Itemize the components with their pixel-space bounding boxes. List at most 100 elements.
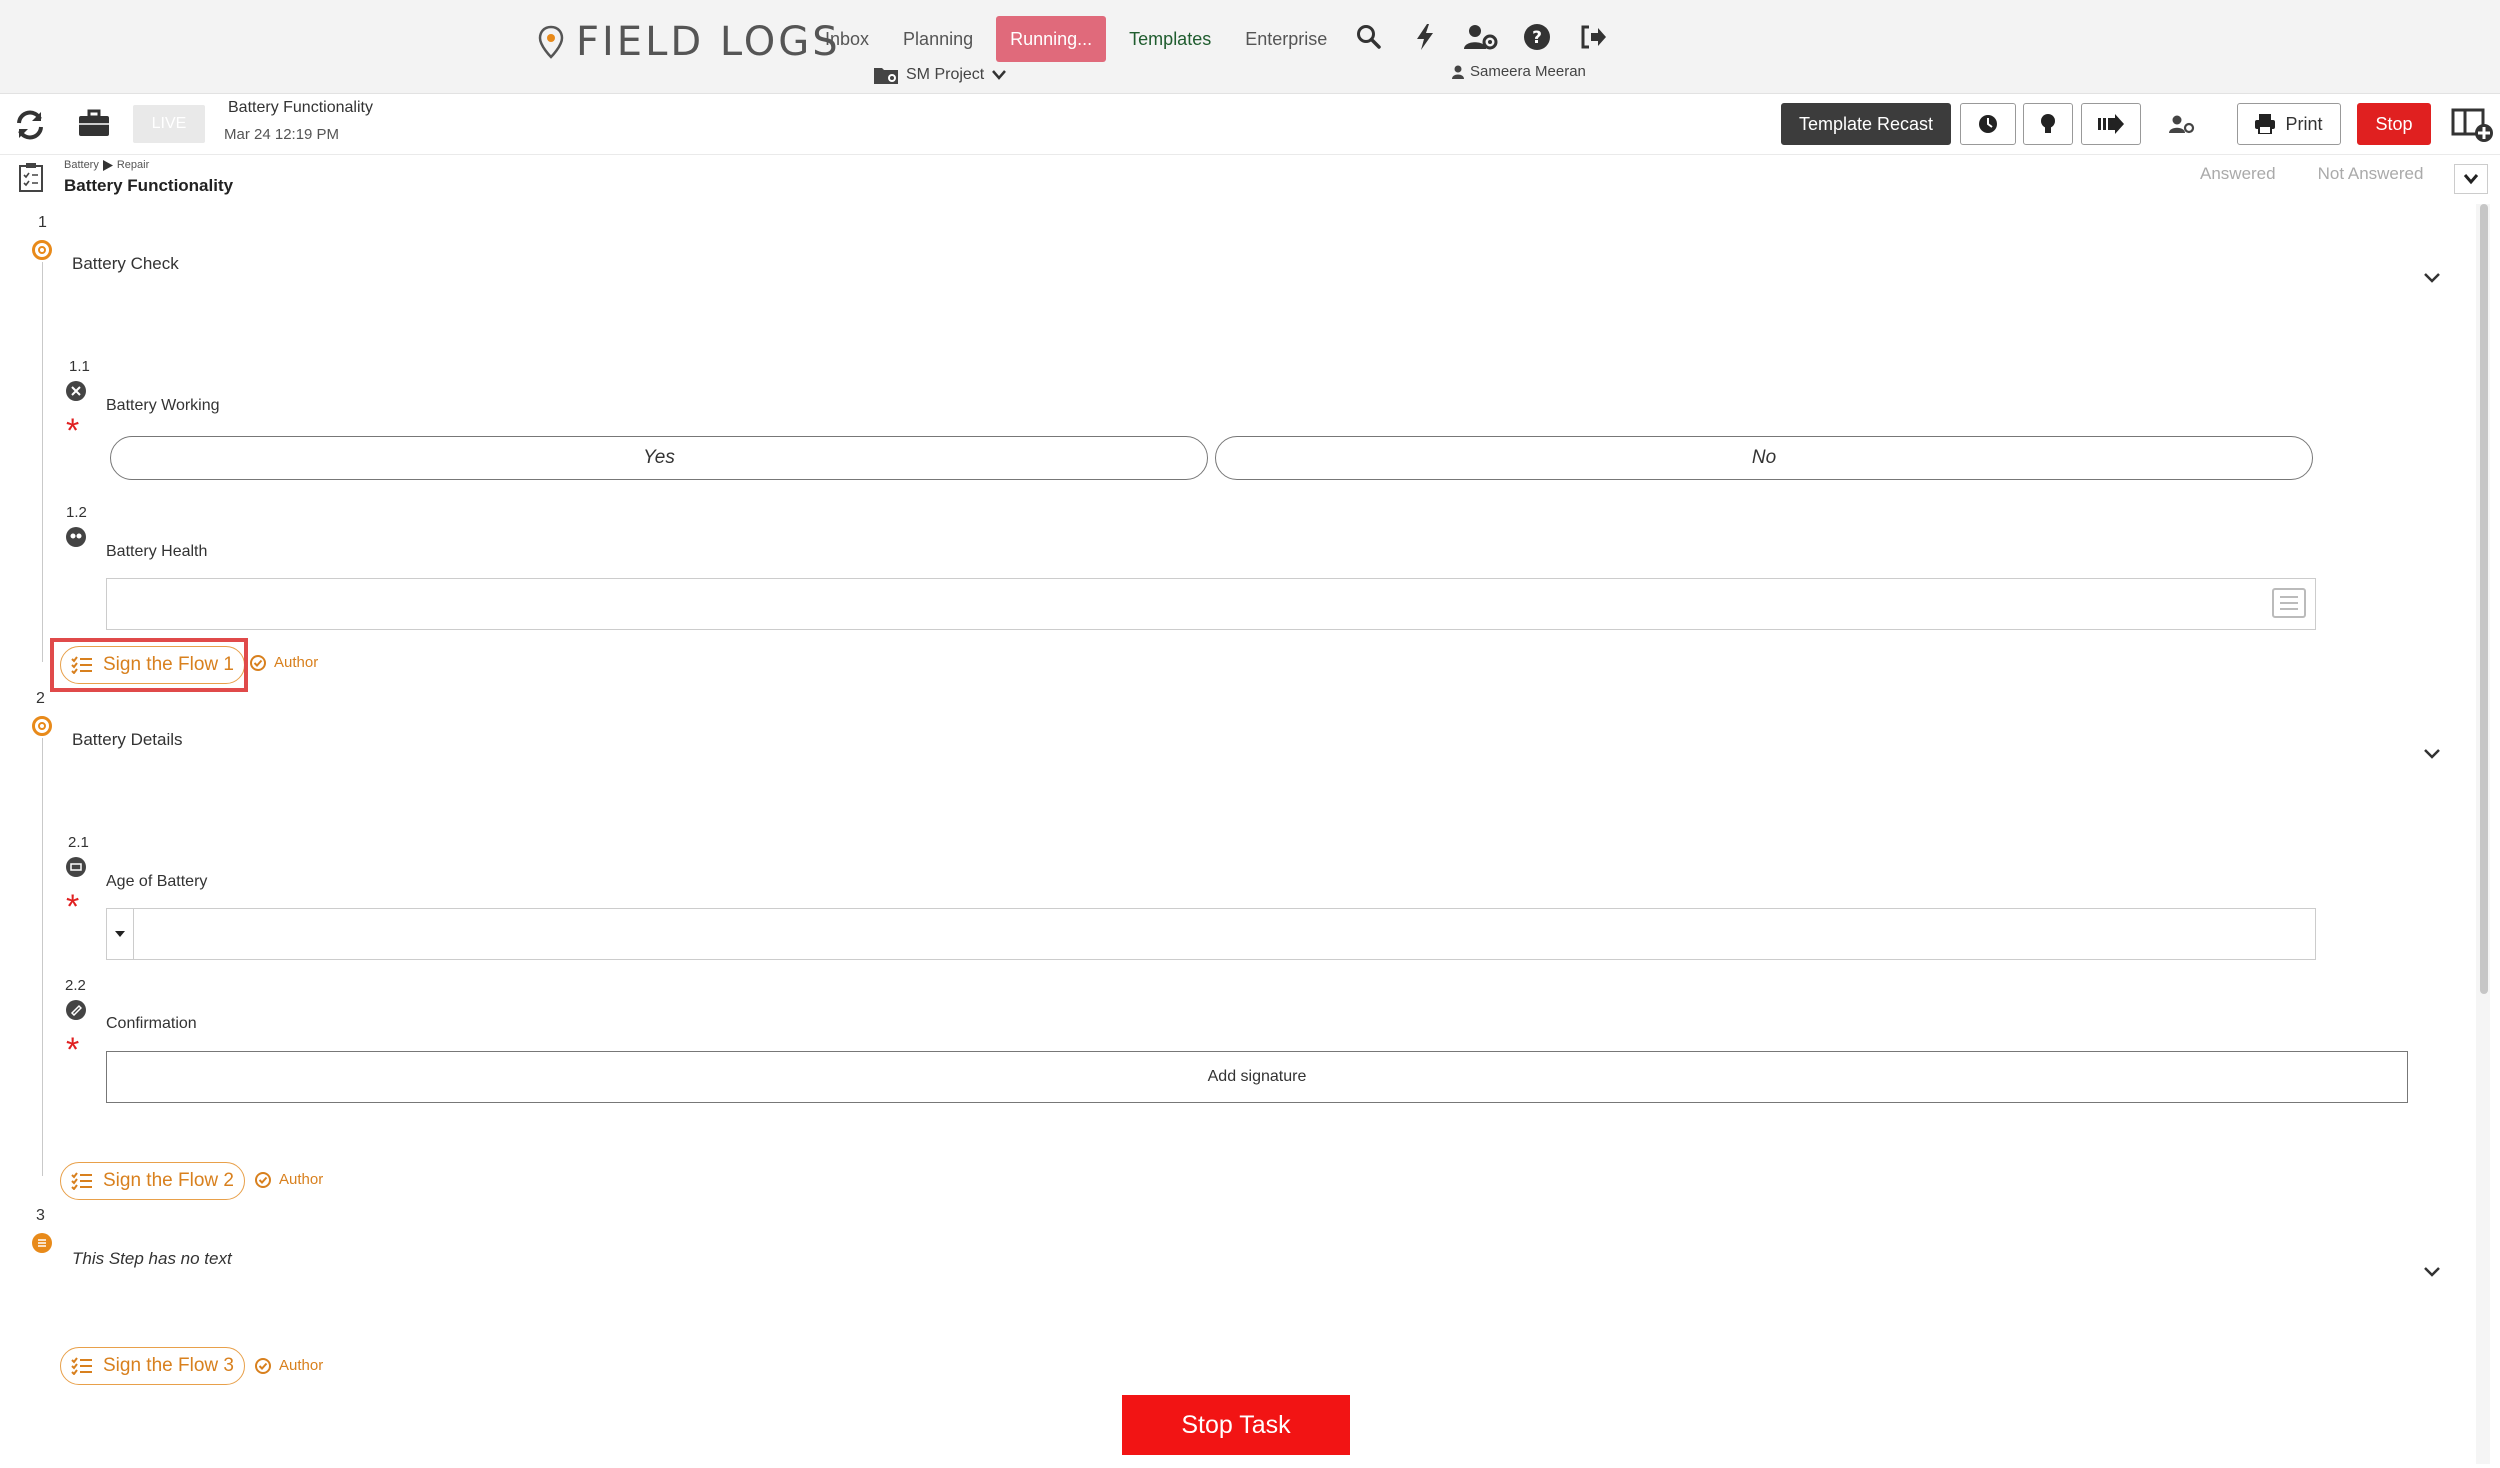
checklist-icon	[71, 1357, 92, 1375]
author-label: Author	[279, 1171, 324, 1188]
author-badge: Author	[250, 654, 318, 671]
chevron-down-icon	[2463, 174, 2479, 185]
nav-inbox[interactable]: Inbox	[808, 16, 886, 62]
briefcase-icon[interactable]	[78, 109, 110, 141]
step-status-icon	[32, 1233, 52, 1253]
checklist-icon	[71, 1172, 92, 1190]
lightbulb-icon	[2041, 114, 2055, 133]
user-icon	[1452, 65, 1464, 79]
project-selector[interactable]: SM Project	[874, 66, 1007, 84]
author-badge: Author	[255, 1357, 323, 1374]
chevron-down-icon[interactable]	[2420, 266, 2444, 290]
folder-icon	[874, 68, 898, 84]
fieldlogs-logo[interactable]: FIELD LOGS	[538, 19, 841, 65]
answer-filter: Answered Not Answered	[2200, 164, 2423, 184]
question-number: 2.2	[65, 977, 86, 994]
help-icon[interactable]: ?	[1520, 20, 1554, 54]
nav-running[interactable]: Running...	[996, 16, 1107, 62]
select-caret-icon[interactable]	[106, 908, 134, 960]
age-of-battery-select[interactable]	[106, 908, 2316, 960]
task-date: Mar 24 12:19 PM	[224, 126, 340, 143]
quote-icon	[66, 527, 86, 547]
search-icon[interactable]	[1352, 20, 1386, 54]
location-pin-icon	[538, 25, 564, 59]
sign-flow-button[interactable]: Sign the Flow 2	[60, 1162, 245, 1200]
battery-health-input[interactable]	[106, 578, 2316, 630]
forward-button[interactable]	[2081, 103, 2141, 145]
signature-type-icon	[66, 1000, 86, 1020]
check-circle-icon	[250, 654, 266, 671]
step-title[interactable]: Battery Check	[72, 254, 179, 274]
clock-button[interactable]	[1960, 103, 2016, 145]
question-label: Battery Working	[106, 397, 220, 414]
step-title[interactable]: Battery Details	[72, 730, 183, 750]
template-recast-button[interactable]: Template Recast	[1781, 103, 1951, 145]
step-status-icon	[32, 240, 52, 260]
user-badge[interactable]: Sameera Meeran	[1452, 63, 1586, 80]
bolt-icon[interactable]	[1408, 20, 1442, 54]
nav-planning[interactable]: Planning	[886, 16, 990, 62]
dropdown-type-icon	[66, 857, 86, 877]
required-asterisk: *	[66, 412, 80, 450]
author-badge: Author	[255, 1171, 323, 1188]
nav-enterprise[interactable]: Enterprise	[1228, 16, 1344, 62]
assign-user-button[interactable]	[2160, 103, 2204, 145]
print-label: Print	[2285, 113, 2323, 134]
list-icon[interactable]	[2272, 588, 2306, 618]
top-navbar: FIELD LOGS Inbox Planning Running... Tem…	[0, 0, 2500, 94]
print-button[interactable]: Print	[2237, 103, 2341, 145]
printer-icon	[2255, 114, 2276, 134]
breadcrumb: Battery Repair	[64, 159, 149, 171]
sign-flow-label: Sign the Flow 2	[103, 1170, 234, 1191]
hint-button[interactable]	[2023, 103, 2073, 145]
project-name: SM Project	[906, 66, 985, 83]
task-toolbar: LIVE Battery Functionality Mar 24 12:19 …	[0, 95, 2500, 155]
step-number: 3	[36, 1207, 45, 1224]
question-number: 2.1	[68, 834, 89, 851]
step-number: 2	[36, 690, 45, 707]
stop-button[interactable]: Stop	[2357, 103, 2431, 145]
refresh-icon[interactable]	[14, 109, 46, 141]
not-answered-filter[interactable]: Not Answered	[2318, 164, 2424, 184]
yes-no-icon	[66, 381, 86, 401]
question-number: 1.1	[69, 358, 90, 375]
author-label: Author	[279, 1357, 324, 1374]
author-label: Author	[274, 654, 319, 671]
task-title: Battery Functionality	[228, 99, 373, 116]
scrollbar-thumb[interactable]	[2480, 204, 2488, 994]
step-title[interactable]: This Step has no text	[72, 1249, 232, 1269]
page-title: Battery Functionality	[64, 176, 234, 195]
breadcrumb-child[interactable]: Repair	[117, 159, 149, 171]
answered-filter[interactable]: Answered	[2200, 164, 2276, 184]
clock-icon	[1979, 115, 1997, 133]
user-settings-icon[interactable]	[1464, 20, 1498, 54]
live-badge[interactable]: LIVE	[133, 105, 205, 143]
user-name: Sameera Meeran	[1470, 63, 1586, 80]
step-connector	[42, 262, 43, 662]
step-connector	[42, 738, 43, 1176]
stop-task-button[interactable]: Stop Task	[1122, 1395, 1350, 1455]
checklist-icon	[18, 162, 46, 192]
yes-option-button[interactable]: Yes	[110, 436, 1208, 480]
breadcrumb-parent[interactable]: Battery	[64, 159, 99, 171]
sign-flow-label: Sign the Flow 3	[103, 1355, 234, 1376]
forward-icon	[2098, 114, 2124, 134]
sign-flow-button[interactable]: Sign the Flow 3	[60, 1347, 245, 1385]
add-panel-icon[interactable]	[2450, 105, 2494, 145]
svg-text:?: ?	[1532, 28, 1542, 48]
question-number: 1.2	[66, 504, 87, 521]
filter-dropdown-toggle[interactable]	[2454, 164, 2488, 194]
chevron-down-icon[interactable]	[2420, 1260, 2444, 1284]
add-signature-button[interactable]: Add signature	[106, 1051, 2408, 1103]
nav-templates[interactable]: Templates	[1112, 16, 1228, 62]
logout-icon[interactable]	[1576, 20, 1610, 54]
logo-text: FIELD LOGS	[576, 19, 841, 65]
step-status-icon	[32, 716, 52, 736]
required-asterisk: *	[66, 888, 80, 926]
play-arrow-icon	[102, 159, 113, 171]
question-label: Battery Health	[106, 543, 208, 560]
check-circle-icon	[255, 1357, 271, 1374]
chevron-down-icon[interactable]	[2420, 742, 2444, 766]
question-label: Confirmation	[106, 1015, 197, 1032]
no-option-button[interactable]: No	[1215, 436, 2313, 480]
